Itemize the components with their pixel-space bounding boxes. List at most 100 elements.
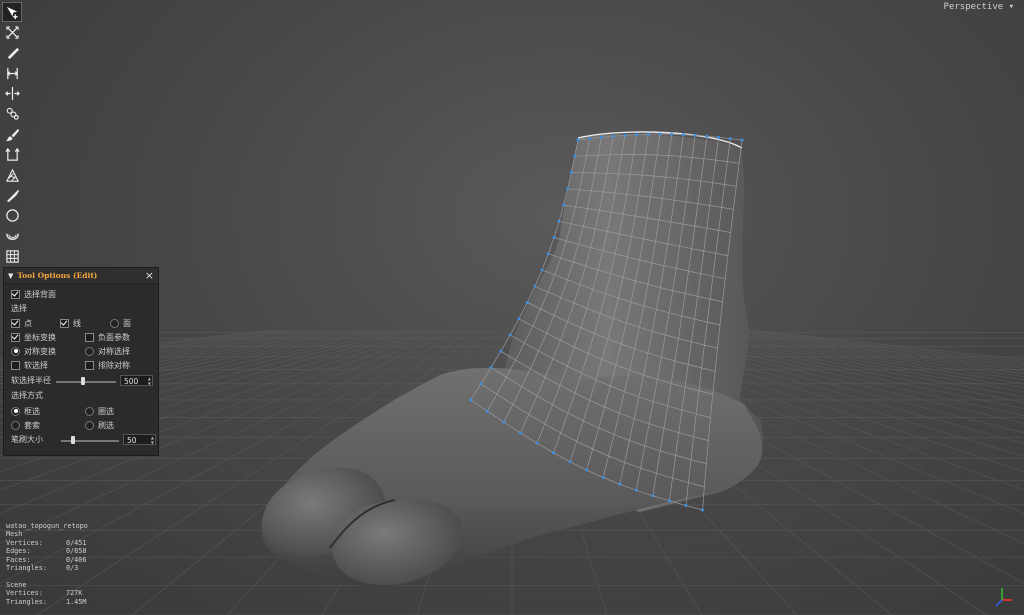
boundary-vertex[interactable] <box>499 349 503 353</box>
boundary-vertex[interactable] <box>646 132 650 136</box>
boundary-vertex[interactable] <box>585 468 589 472</box>
grid-tool[interactable] <box>2 247 22 267</box>
soft-radius-slider-handle[interactable] <box>81 377 85 385</box>
boundary-vertex[interactable] <box>533 284 537 288</box>
point-checkbox[interactable]: 点 <box>11 317 32 329</box>
circle-tool[interactable] <box>2 206 22 226</box>
boundary-vertex[interactable] <box>566 187 570 191</box>
boundary-vertex[interactable] <box>569 171 573 174</box>
slide-tool[interactable] <box>2 84 22 104</box>
boundary-vertex[interactable] <box>479 382 483 386</box>
boundary-vertex[interactable] <box>701 508 705 512</box>
mesh-header: Mesh <box>6 530 23 539</box>
boundary-vertex[interactable] <box>705 134 709 138</box>
soft-select-checkbox[interactable]: 软选择 <box>11 359 48 371</box>
soft-radius-label: 软选择半径 <box>11 376 51 385</box>
boundary-vertex[interactable] <box>635 133 639 137</box>
boundary-vertex[interactable] <box>469 398 473 402</box>
brush-icon <box>5 128 19 141</box>
boundary-vertex[interactable] <box>540 268 544 272</box>
exclude-sym-checkbox[interactable]: 排除对称 <box>85 359 130 371</box>
bridge-tool[interactable] <box>2 63 22 83</box>
extend-tool[interactable] <box>2 145 22 165</box>
spin-arrows-icon[interactable]: ▲ ▼ <box>151 435 154 445</box>
boundary-vertex[interactable] <box>693 133 697 137</box>
checkbox-label: 负面参数 <box>98 332 130 342</box>
box-select-radio[interactable]: 框选 <box>11 405 40 417</box>
stat-row: Triangles: 0/3 <box>6 563 79 572</box>
boundary-vertex[interactable] <box>568 460 572 464</box>
circle-select-radio[interactable]: 圈选 <box>85 405 114 417</box>
boundary-vertex[interactable] <box>508 333 512 337</box>
boundary-vertex[interactable] <box>728 137 732 141</box>
radio-dot <box>11 420 20 430</box>
boundary-vertex[interactable] <box>518 431 522 435</box>
brush-size-slider[interactable] <box>61 440 119 442</box>
boundary-vertex[interactable] <box>485 409 489 413</box>
brush-size-slider-handle[interactable] <box>70 436 75 444</box>
grid-line <box>711 329 1024 372</box>
camera-view-dropdown[interactable]: Perspective ▾ <box>944 2 1014 12</box>
boundary-vertex[interactable] <box>588 137 592 141</box>
close-icon[interactable]: × <box>145 269 154 282</box>
coord-transform-checkbox[interactable]: 坐标变换 <box>11 331 56 343</box>
brush-size-input[interactable]: 50 ▲ ▼ <box>123 434 156 445</box>
knife-tool[interactable] <box>2 186 22 206</box>
boundary-vertex[interactable] <box>658 132 662 136</box>
boundary-vertex[interactable] <box>623 133 627 137</box>
pen-tool[interactable] <box>2 43 22 63</box>
soft-radius-slider[interactable] <box>56 381 116 383</box>
sym-select-radio[interactable]: 对称选择 <box>85 345 130 357</box>
boundary-vertex[interactable] <box>681 133 685 137</box>
loop-tool[interactable] <box>2 104 22 124</box>
boundary-vertex[interactable] <box>599 135 603 139</box>
spin-arrows-icon[interactable]: ▲ ▼ <box>148 376 151 386</box>
radio-label: 对称变换 <box>24 346 56 356</box>
negative-param-checkbox[interactable]: 负面参数 <box>85 331 130 343</box>
edge-checkbox[interactable]: 线 <box>60 317 81 329</box>
caret-down-icon: ▾ <box>1008 2 1014 12</box>
select-tool[interactable] <box>2 2 22 22</box>
face-radio[interactable]: 面 <box>110 317 131 329</box>
triangle-down-icon[interactable]: ▼ <box>8 272 13 280</box>
radio-dot <box>110 318 119 328</box>
relax-tool[interactable] <box>2 226 22 246</box>
foot-model-mesh[interactable] <box>261 131 764 587</box>
checkbox-label: 选择背面 <box>24 289 56 299</box>
boundary-vertex[interactable] <box>502 420 506 424</box>
boundary-vertex[interactable] <box>684 503 688 507</box>
boundary-vertex[interactable] <box>535 441 539 445</box>
panel-header[interactable]: ▼ Tool Options (Edit) × <box>4 268 158 284</box>
select-backface-checkbox[interactable]: 选择背面 <box>11 288 56 300</box>
bridge-icon <box>6 67 18 79</box>
lasso-select-radio[interactable]: 套索 <box>11 419 40 431</box>
boundary-vertex[interactable] <box>552 236 556 239</box>
boundary-vertex[interactable] <box>670 132 674 136</box>
boundary-vertex[interactable] <box>717 135 721 139</box>
soft-radius-input[interactable]: 500 ▲ ▼ <box>120 375 153 386</box>
boundary-vertex[interactable] <box>546 252 550 256</box>
radio-label: 圈选 <box>98 406 114 416</box>
boundary-vertex[interactable] <box>618 482 622 486</box>
boundary-vertex[interactable] <box>562 203 566 207</box>
brush-select-radio[interactable]: 刷选 <box>85 419 114 431</box>
boundary-vertex[interactable] <box>740 138 744 142</box>
stat-row: Edges: 0/858 <box>6 547 87 556</box>
boundary-vertex[interactable] <box>489 366 493 369</box>
boundary-vertex[interactable] <box>576 138 580 142</box>
boundary-vertex[interactable] <box>651 494 655 498</box>
boundary-vertex[interactable] <box>611 134 615 138</box>
boundary-vertex[interactable] <box>557 219 561 223</box>
boundary-vertex[interactable] <box>634 488 638 492</box>
grid-line <box>727 329 1024 367</box>
sym-transform-radio[interactable]: 对称变换 <box>11 345 56 357</box>
fill-tool[interactable] <box>2 165 22 185</box>
boundary-vertex[interactable] <box>667 499 671 503</box>
boundary-vertex[interactable] <box>525 301 529 304</box>
boundary-vertex[interactable] <box>517 317 521 321</box>
boundary-vertex[interactable] <box>552 451 556 455</box>
boundary-vertex[interactable] <box>601 475 605 479</box>
boundary-vertex[interactable] <box>573 154 577 158</box>
transform-tool[interactable] <box>2 22 22 42</box>
brush-tool[interactable] <box>2 124 22 144</box>
